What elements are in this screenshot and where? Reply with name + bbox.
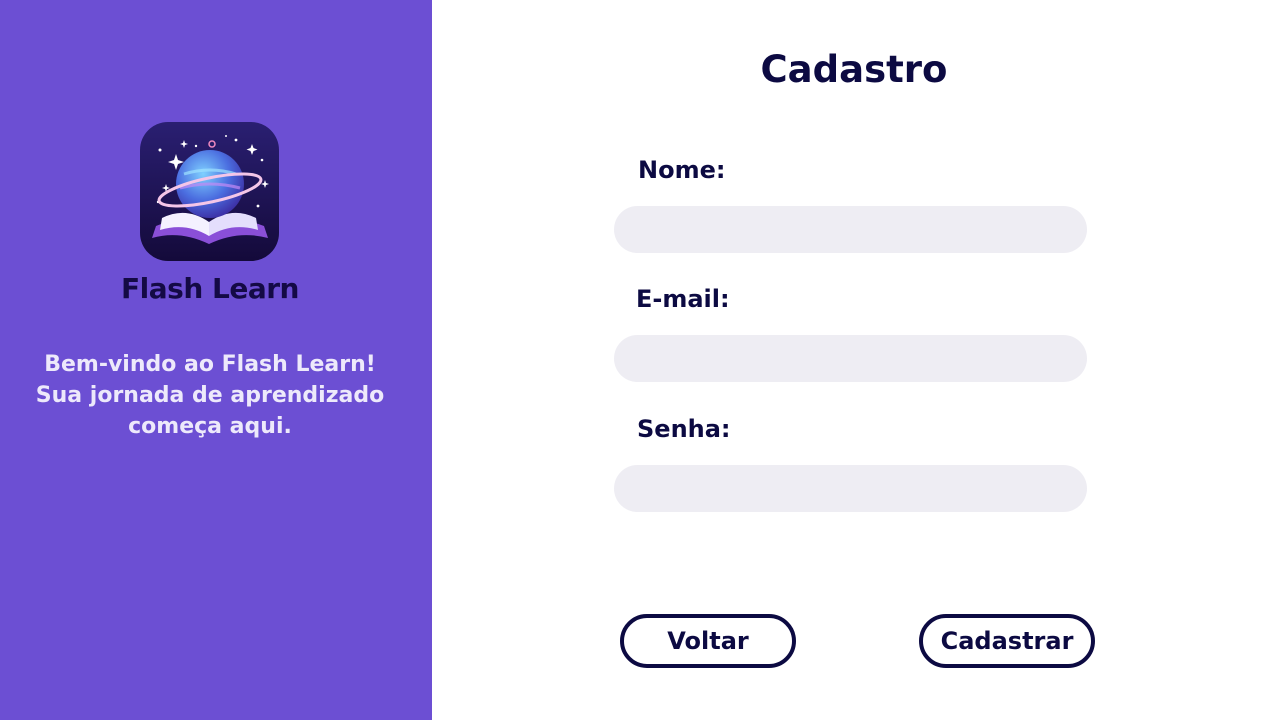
welcome-line: Bem-vindo ao Flash Learn! bbox=[44, 352, 376, 377]
welcome-line: começa aqui. bbox=[128, 414, 292, 439]
planet-book-logo-icon bbox=[140, 122, 279, 261]
page-title: Cadastro bbox=[760, 48, 948, 91]
welcome-line: Sua jornada de aprendizado bbox=[35, 383, 385, 408]
name-label: Nome: bbox=[638, 156, 726, 184]
name-input[interactable] bbox=[614, 206, 1087, 253]
register-button[interactable]: Cadastrar bbox=[919, 614, 1095, 668]
welcome-message: Bem-vindo ao Flash Learn! Sua jornada de… bbox=[0, 349, 420, 442]
back-button[interactable]: Voltar bbox=[620, 614, 796, 668]
password-label: Senha: bbox=[637, 415, 731, 443]
email-input[interactable] bbox=[614, 335, 1087, 382]
email-label: E-mail: bbox=[636, 285, 730, 313]
password-input[interactable] bbox=[614, 465, 1087, 512]
welcome-panel: Flash Learn Bem-vindo ao Flash Learn! Su… bbox=[0, 0, 432, 720]
brand-name: Flash Learn bbox=[121, 272, 299, 305]
